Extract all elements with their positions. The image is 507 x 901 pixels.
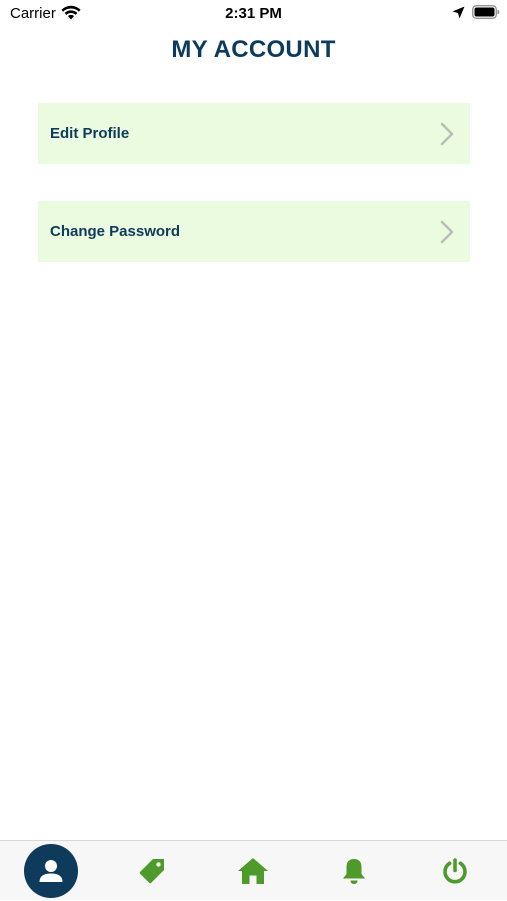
battery-icon xyxy=(472,5,500,19)
tab-bar xyxy=(0,840,507,900)
tab-home[interactable] xyxy=(202,841,303,901)
tab-tags[interactable] xyxy=(101,841,202,901)
user-icon xyxy=(39,860,62,882)
change-password-label: Change Password xyxy=(50,223,181,240)
tag-icon xyxy=(139,859,164,884)
change-password-button[interactable]: Change Password xyxy=(38,201,470,262)
chevron-right-icon xyxy=(440,122,454,146)
chevron-right-icon xyxy=(440,220,454,244)
tab-account[interactable] xyxy=(0,841,101,901)
power-icon xyxy=(442,858,467,884)
bell-icon xyxy=(342,859,365,884)
edit-profile-label: Edit Profile xyxy=(50,125,130,142)
home-icon xyxy=(237,858,268,884)
tab-notifications[interactable] xyxy=(303,841,404,901)
status-bar: Carrier 2:31 PM xyxy=(0,0,507,28)
location-arrow-icon xyxy=(452,6,465,19)
tab-logout[interactable] xyxy=(404,841,505,901)
page-title: MY ACCOUNT xyxy=(171,36,336,63)
edit-profile-button[interactable]: Edit Profile xyxy=(38,103,470,164)
status-time: 2:31 PM xyxy=(225,5,282,22)
